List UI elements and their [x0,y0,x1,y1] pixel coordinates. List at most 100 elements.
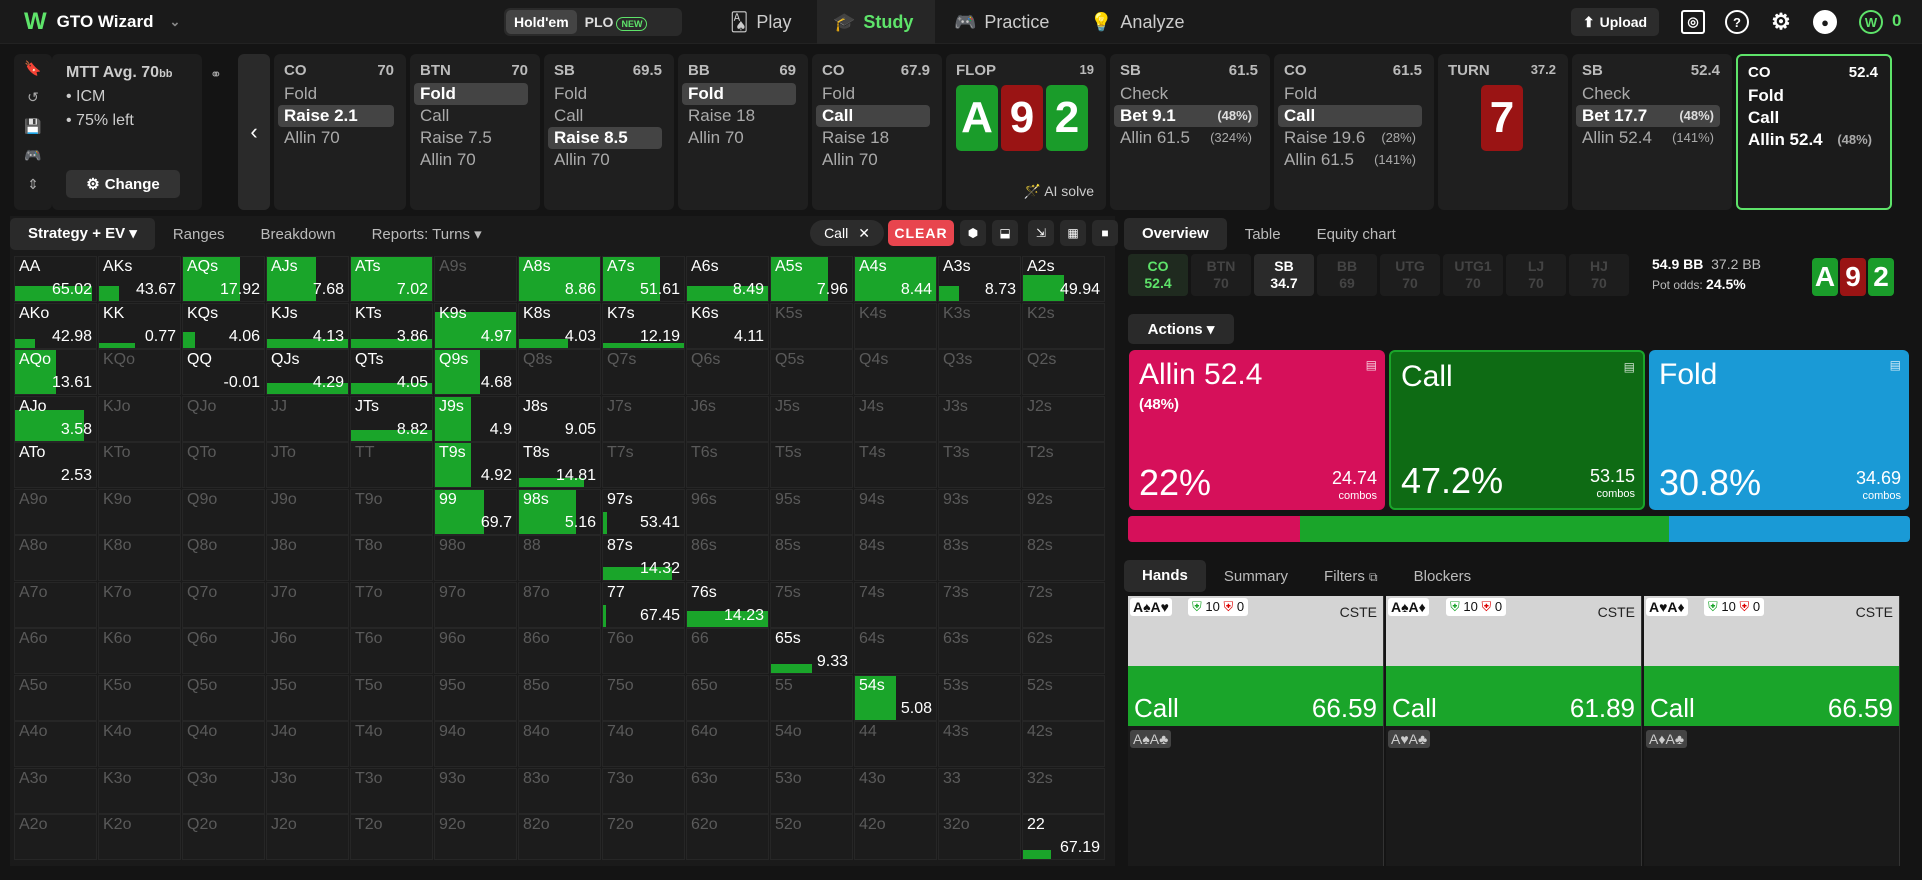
grid-view-icon[interactable]: ▦ [1060,220,1086,246]
hand-cell[interactable]: J6o [266,628,349,674]
action-option[interactable]: Fold [1742,85,1878,107]
hand-cell[interactable]: 87s 14.32 [602,535,685,581]
hand-cell[interactable]: QQ -0.01 [182,349,265,395]
hand-cell[interactable]: T5o [350,674,433,721]
hand-cell[interactable]: 33 [938,767,1021,814]
hand-cell[interactable]: 94o [434,721,517,767]
tab-filters[interactable]: Filters ⧉ [1306,568,1396,585]
action-option[interactable]: Fold [1278,83,1422,105]
hand-cell[interactable]: JTo [266,442,349,488]
hand-cell[interactable]: A9s [434,256,517,302]
hand-cell[interactable]: 83o [518,767,601,814]
history-card-co[interactable]: CO 67.9 Fold Call Raise 18 Allin 70 [812,54,942,210]
hand-cell[interactable]: T8s 14.81 [518,442,601,488]
history-card-flop[interactable]: FLOP 19 A 9 2 🪄 AI solve [946,54,1106,210]
hand-cell[interactable]: KJs 4.13 [266,302,349,349]
hand-cell[interactable]: 77 67.45 [602,581,685,628]
hand-cell[interactable]: 75s [770,581,853,628]
network-icon[interactable]: ⚭ [210,66,222,83]
compress-icon[interactable]: ⇲ [1028,220,1054,246]
hand-cell[interactable]: Q2o [182,814,265,860]
hand-cell[interactable]: A9o [14,488,97,535]
hand-cell[interactable]: AQo 13.61 [14,349,97,395]
hand-cell[interactable]: QTs 4.05 [350,349,433,395]
action-option[interactable]: Raise 19.6 (28%) [1278,127,1422,149]
coin-icon[interactable]: W [1859,10,1883,34]
hand-cell[interactable]: T9s 4.92 [434,442,517,488]
hand-cell[interactable]: 84o [518,721,601,767]
position-co[interactable]: CO 52.4 [1128,254,1188,296]
hand-cell[interactable]: 64s [854,628,937,674]
tab-blockers[interactable]: Blockers [1396,568,1490,585]
hand-cell[interactable]: 76s 14.23 [686,581,769,628]
action-option[interactable]: Fold [414,83,528,105]
hand-cell[interactable]: AA 65.02 [14,256,97,302]
tab-breakdown[interactable]: Breakdown [243,226,354,243]
history-card-sb[interactable]: SB 52.4 Check Bet 17.7 (48%) Allin 52.4 (141%) [1572,54,1732,210]
hand-cell[interactable]: 96s [686,488,769,535]
hand-cell[interactable]: A8s 8.86 [518,256,601,302]
action-box-allin[interactable]: ▤ Allin 52.4 (48%) 22% 24.74 combos [1129,350,1385,510]
hand-cell[interactable]: 74o [602,721,685,767]
nav-play[interactable]: 🂡 Play [730,0,810,44]
hand-cell[interactable]: 92o [434,814,517,860]
hand-cell[interactable]: T6o [350,628,433,674]
hand-cell[interactable]: 99 69.7 [434,488,517,535]
hand-cell[interactable]: T2o [350,814,433,860]
history-card-sb[interactable]: SB 61.5 Check Bet 9.1 (48%) Allin 61.5 (324%) [1110,54,1270,210]
hand-cell[interactable]: Q4s [854,349,937,395]
position-lj[interactable]: LJ 70 [1506,254,1566,296]
hand-cell[interactable]: 42o [854,814,937,860]
history-card-btn[interactable]: BTN 70 Fold Call Raise 7.5 Allin 70 [410,54,540,210]
prev-arrow-button[interactable]: ‹ [238,54,270,210]
screenshot-icon[interactable]: ◎ [1681,10,1705,34]
hand-cell[interactable]: 98s 5.16 [518,488,601,535]
action-option[interactable]: Fold [682,83,796,105]
hand-cell[interactable]: J7s [602,395,685,442]
hand-cell[interactable]: J3o [266,767,349,814]
hand-cell[interactable]: 63o [686,767,769,814]
position-utg[interactable]: UTG 70 [1380,254,1440,296]
hand-cell[interactable]: T5s [770,442,853,488]
single-view-icon[interactable]: ■ [1092,220,1118,246]
bookmark-icon[interactable]: 🔖 [14,54,52,83]
user-icon[interactable]: ● [1813,10,1837,34]
hand-cell[interactable]: A4s 8.44 [854,256,937,302]
plo-option[interactable]: PLO NEW [577,10,656,34]
action-option[interactable]: Fold [548,83,662,105]
position-bb[interactable]: BB 69 [1317,254,1377,296]
hand-cell[interactable]: 72s [1022,581,1105,628]
hand-cell[interactable]: 86o [518,628,601,674]
hand-cell[interactable]: 88 [518,535,601,581]
action-option[interactable]: Allin 70 [278,127,394,149]
hand-cell[interactable]: Q3s [938,349,1021,395]
history-card-turn[interactable]: TURN 37.2 7 [1438,54,1568,210]
hand-cell[interactable]: 55 [770,674,853,721]
hand-cell[interactable]: 82o [518,814,601,860]
hand-cell[interactable]: K6o [98,628,181,674]
action-option[interactable]: Allin 70 [414,149,528,171]
hand-cell[interactable]: Q9o [182,488,265,535]
history-card-co[interactable]: CO 52.4 Fold Call Allin 52.4 (48%) [1736,54,1892,210]
nav-study[interactable]: 🎓 Study [817,0,935,44]
hand-cell[interactable]: 32s [1022,767,1105,814]
history-card-co[interactable]: CO 70 Fold Raise 2.1 Allin 70 [274,54,406,210]
hand-cell[interactable]: J2o [266,814,349,860]
hand-cell[interactable]: 87o [518,581,601,628]
hand-cell[interactable]: 32o [938,814,1021,860]
hand-cell[interactable]: J6s [686,395,769,442]
action-option[interactable]: Raise 7.5 [414,127,528,149]
hand-cell[interactable]: 62s [1022,628,1105,674]
hand-cell[interactable]: QJo [182,395,265,442]
hand-cell[interactable]: 53o [770,767,853,814]
action-option[interactable]: Raise 18 [682,105,796,127]
hand-cell[interactable]: K2o [98,814,181,860]
hand-cell[interactable]: AQs 17.92 [182,256,265,302]
hand-cell[interactable]: AJo 3.58 [14,395,97,442]
menu-icon[interactable]: ▤ [1890,358,1901,372]
history-card-sb[interactable]: SB 69.5 Fold Call Raise 8.5 Allin 70 [544,54,674,210]
hand-cell[interactable]: 84s [854,535,937,581]
hand-cell[interactable]: 62o [686,814,769,860]
hand-cell[interactable]: J3s [938,395,1021,442]
hand-cell[interactable]: 82s [1022,535,1105,581]
